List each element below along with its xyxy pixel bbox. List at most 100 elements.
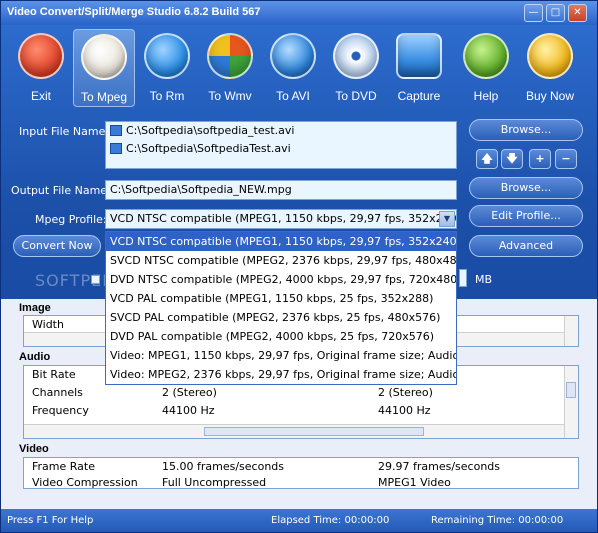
to-wmv-button[interactable]: To Wmv bbox=[199, 33, 261, 107]
output-file-field[interactable]: C:\Softpedia\Softpedia_NEW.mpg bbox=[105, 180, 457, 200]
vertical-scrollbar[interactable] bbox=[564, 366, 578, 438]
realmedia-icon bbox=[144, 33, 190, 79]
to-rm-label: To Rm bbox=[149, 89, 185, 103]
capture-label: Capture bbox=[397, 89, 441, 103]
row-name: Width bbox=[32, 318, 64, 331]
row-name: Video Compression bbox=[32, 476, 138, 488]
to-mpeg-button[interactable]: To Mpeg bbox=[73, 29, 135, 107]
film-reel-icon bbox=[81, 34, 127, 80]
list-item[interactable]: C:\Softpedia\softpedia_test.avi bbox=[106, 122, 456, 140]
table-row: Video Compression Full Uncompressed MPEG… bbox=[28, 476, 568, 488]
row-name: Channels bbox=[32, 386, 83, 399]
remaining-time: Remaining Time: 00:00:00 bbox=[431, 515, 564, 526]
to-rm-button[interactable]: To Rm bbox=[136, 33, 198, 107]
move-up-button[interactable]: 🡅 bbox=[476, 149, 498, 169]
source-value: Full Uncompressed bbox=[162, 476, 267, 488]
profile-option[interactable]: VCD PAL compatible (MPEG1, 1150 kbps, 25… bbox=[106, 289, 456, 308]
to-dvd-label: To DVD bbox=[335, 89, 377, 103]
mpeg-profile-select[interactable]: VCD NTSC compatible (MPEG1, 1150 kbps, 2… bbox=[105, 209, 457, 229]
minimize-button[interactable]: — bbox=[524, 4, 543, 22]
help-hint: Press F1 For Help bbox=[7, 515, 94, 526]
option-checkbox[interactable] bbox=[91, 275, 100, 284]
input-file-label: Input File Name: bbox=[19, 125, 110, 138]
title-bar[interactable]: Video Convert/Split/Merge Studio 6.8.2 B… bbox=[1, 1, 597, 25]
dvd-disc-icon bbox=[333, 33, 379, 79]
advanced-button[interactable]: Advanced bbox=[469, 235, 583, 257]
profile-option[interactable]: Video: MPEG2, 2376 kbps, 29,97 fps, Orig… bbox=[106, 365, 456, 384]
video-section-title: Video bbox=[19, 443, 49, 455]
capture-button[interactable]: Capture bbox=[388, 33, 450, 107]
scroll-thumb[interactable] bbox=[566, 382, 576, 398]
elapsed-time: Elapsed Time: 00:00:00 bbox=[271, 515, 390, 526]
minus-icon: − bbox=[561, 152, 571, 165]
output-browse-button[interactable]: Browse... bbox=[469, 177, 583, 199]
power-icon bbox=[18, 33, 64, 79]
source-value: 15.00 frames/seconds bbox=[162, 460, 285, 473]
move-down-button[interactable]: 🡇 bbox=[501, 149, 523, 169]
table-row: Frame Rate 15.00 frames/seconds 29.97 fr… bbox=[28, 460, 568, 474]
plus-icon: + bbox=[535, 152, 545, 165]
window-title: Video Convert/Split/Merge Studio 6.8.2 B… bbox=[7, 6, 261, 18]
main-window: Video Convert/Split/Merge Studio 6.8.2 B… bbox=[0, 0, 598, 533]
row-name: Frame Rate bbox=[32, 460, 95, 473]
to-avi-button[interactable]: To AVI bbox=[262, 33, 324, 107]
minimize-icon: — bbox=[528, 7, 539, 18]
table-row: Frequency 44100 Hz 44100 Hz bbox=[28, 404, 568, 418]
table-row: Channels 2 (Stereo) 2 (Stereo) bbox=[28, 386, 568, 400]
source-value: 2 (Stereo) bbox=[162, 386, 217, 399]
buy-now-label: Buy Now bbox=[525, 89, 575, 103]
remove-file-button[interactable]: − bbox=[555, 149, 577, 169]
shopping-cart-icon bbox=[527, 33, 573, 79]
video-file-icon bbox=[110, 143, 122, 154]
row-name: Bit Rate bbox=[32, 368, 76, 381]
maximize-icon: □ bbox=[550, 7, 561, 18]
arrow-down-icon: 🡇 bbox=[506, 152, 518, 165]
to-dvd-button[interactable]: To DVD bbox=[325, 33, 387, 107]
add-file-button[interactable]: + bbox=[529, 149, 551, 169]
close-icon: ✕ bbox=[573, 7, 582, 18]
horizontal-scrollbar[interactable] bbox=[24, 424, 564, 438]
exit-label: Exit bbox=[30, 89, 51, 103]
exit-button[interactable]: Exit bbox=[10, 33, 72, 107]
toolbar: Exit To Mpeg To Rm To Wmv To AVI To DVD … bbox=[1, 25, 597, 107]
help-question-icon bbox=[463, 33, 509, 79]
output-file-label: Output File Name: bbox=[11, 184, 111, 197]
target-value: 29.97 frames/seconds bbox=[378, 460, 501, 473]
video-info-grid: Frame Rate 15.00 frames/seconds 29.97 fr… bbox=[23, 457, 579, 489]
mpeg-profile-label: Mpeg Profile: bbox=[35, 213, 107, 226]
profile-option[interactable]: DVD PAL compatible (MPEG2, 4000 kbps, 25… bbox=[106, 327, 456, 346]
edit-profile-button[interactable]: Edit Profile... bbox=[469, 205, 583, 227]
target-value: 2 (Stereo) bbox=[378, 386, 433, 399]
maximize-button[interactable]: □ bbox=[546, 4, 565, 22]
close-button[interactable]: ✕ bbox=[568, 4, 587, 22]
status-bar: Press F1 For Help Elapsed Time: 00:00:00… bbox=[1, 509, 597, 532]
audio-section-title: Audio bbox=[19, 351, 51, 363]
mpeg-profile-dropdown[interactable]: VCD NTSC compatible (MPEG1, 1150 kbps, 2… bbox=[105, 231, 457, 385]
video-file-icon bbox=[110, 125, 122, 136]
profile-option[interactable]: DVD NTSC compatible (MPEG2, 4000 kbps, 2… bbox=[106, 270, 456, 289]
chevron-down-icon[interactable]: ▼ bbox=[439, 211, 455, 227]
profile-option[interactable]: VCD NTSC compatible (MPEG1, 1150 kbps, 2… bbox=[106, 232, 456, 251]
convert-now-button[interactable]: Convert Now bbox=[13, 235, 101, 257]
input-browse-button[interactable]: Browse... bbox=[469, 119, 583, 141]
camcorder-icon bbox=[396, 33, 442, 79]
to-mpeg-label: To Mpeg bbox=[80, 90, 128, 104]
vertical-scrollbar[interactable] bbox=[564, 316, 578, 346]
profile-option[interactable]: SVCD NTSC compatible (MPEG2, 2376 kbps, … bbox=[106, 251, 456, 270]
input-file-list[interactable]: C:\Softpedia\softpedia_test.avi C:\Softp… bbox=[105, 121, 457, 169]
source-value: 44100 Hz bbox=[162, 404, 215, 417]
target-value: MPEG1 Video bbox=[378, 476, 451, 488]
help-button[interactable]: Help bbox=[455, 33, 517, 107]
windows-media-icon bbox=[207, 33, 253, 79]
scroll-thumb[interactable] bbox=[204, 427, 424, 436]
profile-option[interactable]: Video: MPEG1, 1150 kbps, 29,97 fps, Orig… bbox=[106, 346, 456, 365]
buy-now-button[interactable]: Buy Now bbox=[519, 33, 581, 107]
row-name: Frequency bbox=[32, 404, 89, 417]
arrow-up-icon: 🡅 bbox=[481, 152, 493, 165]
size-unit-label: MB bbox=[475, 273, 493, 286]
profile-option[interactable]: SVCD PAL compatible (MPEG2, 2376 kbps, 2… bbox=[106, 308, 456, 327]
list-item[interactable]: C:\Softpedia\SoftpediaTest.avi bbox=[106, 140, 456, 158]
to-wmv-label: To Wmv bbox=[208, 89, 252, 103]
size-field[interactable] bbox=[459, 269, 467, 287]
to-avi-label: To AVI bbox=[276, 89, 310, 103]
